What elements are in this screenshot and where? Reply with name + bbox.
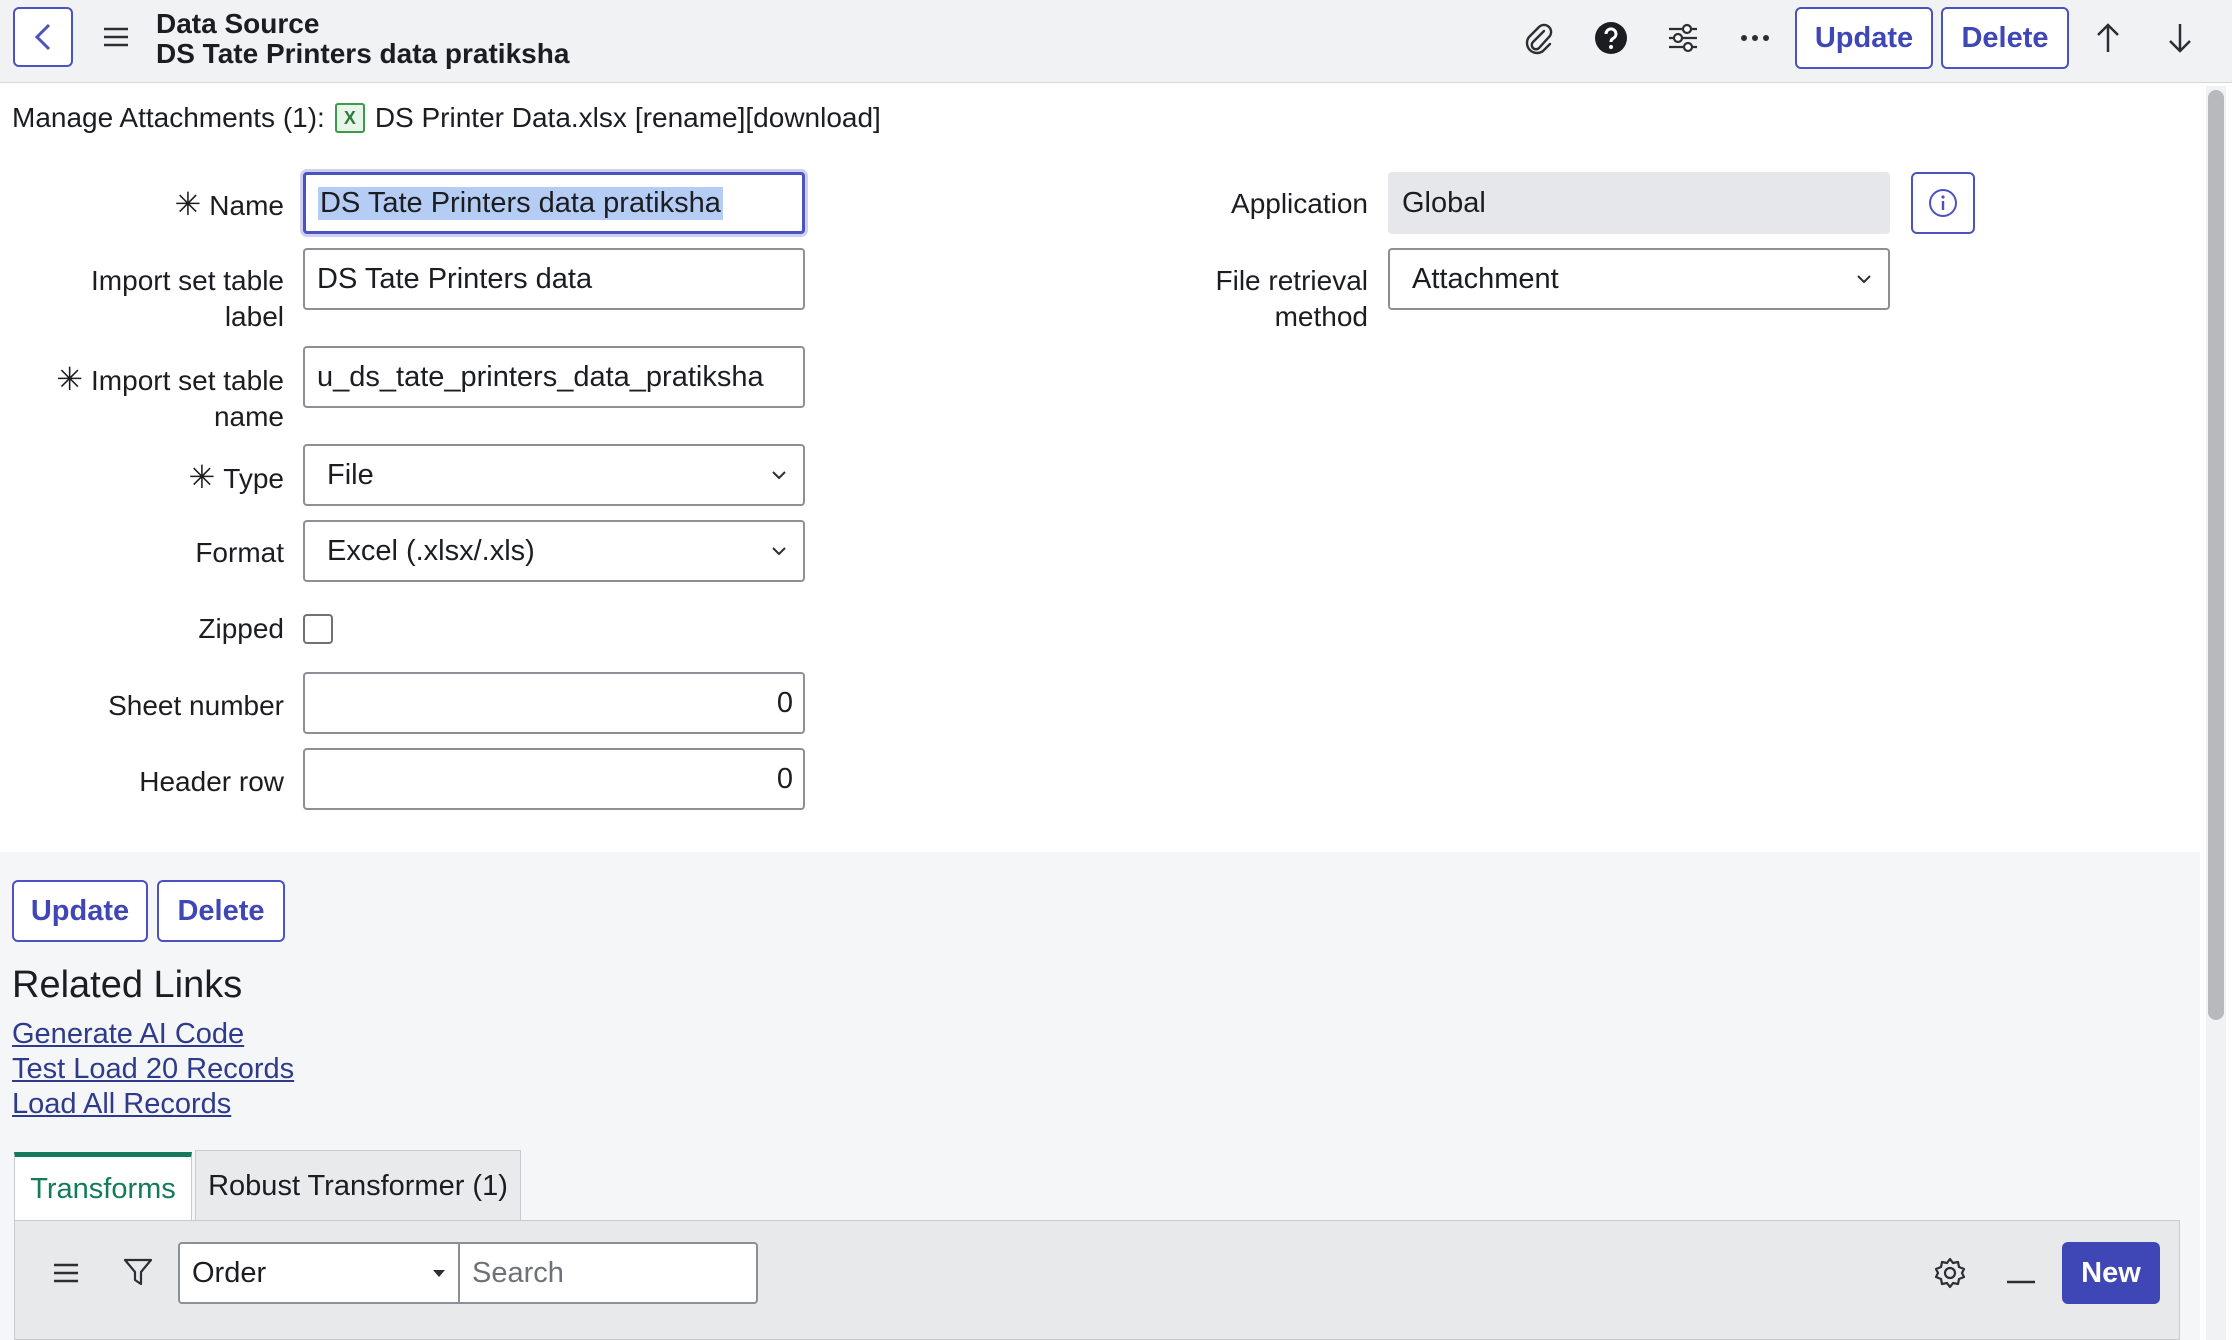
- order-select[interactable]: Order: [178, 1242, 460, 1304]
- header-update-button[interactable]: Update: [1795, 7, 1933, 69]
- info-icon: [1929, 189, 1957, 217]
- list-search-input[interactable]: Search: [458, 1242, 758, 1304]
- chevron-down-icon: [772, 547, 786, 556]
- more-options-icon[interactable]: [1735, 18, 1775, 58]
- zipped-checkbox[interactable]: [303, 614, 333, 644]
- import-set-table-name-input[interactable]: u_ds_tate_printers_data_pratiksha: [303, 346, 805, 408]
- list-menu-icon[interactable]: [50, 1258, 82, 1293]
- download-link[interactable]: [download]: [745, 102, 880, 133]
- load-all-records-link[interactable]: Load All Records: [12, 1088, 231, 1121]
- chevron-left-icon: [34, 23, 51, 51]
- format-label: Format: [195, 537, 284, 568]
- delete-button[interactable]: Delete: [157, 880, 285, 942]
- chevron-down-icon: [1857, 275, 1871, 284]
- test-load-20-records-link[interactable]: Test Load 20 Records: [12, 1053, 294, 1086]
- tab-robust-transformer[interactable]: Robust Transformer (1): [195, 1150, 521, 1222]
- header-delete-button[interactable]: Delete: [1941, 7, 2069, 69]
- import-set-table-name-label: ✳ Import set table name: [56, 361, 284, 432]
- attachment-file-name[interactable]: DS Printer Data.xlsx: [375, 102, 627, 134]
- file-retrieval-method-label: File retrieval method: [1215, 265, 1368, 332]
- excel-file-icon: X: [334, 103, 365, 133]
- name-input[interactable]: DS Tate Printers data pratiksha: [303, 172, 805, 234]
- collapse-icon[interactable]: [2006, 1271, 2036, 1289]
- application-field: Global: [1388, 172, 1890, 234]
- settings-sliders-icon[interactable]: [1663, 18, 1703, 58]
- paperclip-icon[interactable]: [1518, 18, 1558, 58]
- import-set-table-label-label: Import set table label: [91, 265, 284, 332]
- application-info-button[interactable]: [1911, 172, 1975, 234]
- related-links-title: Related Links: [12, 964, 243, 1006]
- record-type-title: Data Source: [156, 8, 320, 39]
- attachments-label: Manage Attachments (1):: [12, 102, 325, 133]
- rename-link[interactable]: [rename]: [635, 102, 746, 133]
- import-set-table-label-input[interactable]: DS Tate Printers data: [303, 248, 805, 310]
- help-icon[interactable]: [1591, 18, 1631, 58]
- required-icon: ✳: [188, 459, 216, 495]
- type-select[interactable]: File: [303, 444, 805, 506]
- menu-icon[interactable]: [100, 22, 132, 52]
- zipped-label: Zipped: [198, 613, 284, 644]
- application-label: Application: [1231, 188, 1368, 219]
- gear-icon[interactable]: [1933, 1256, 1967, 1295]
- sheet-number-label: Sheet number: [108, 690, 284, 721]
- record-name-title: DS Tate Printers data pratiksha: [156, 38, 570, 69]
- generate-ai-code-link[interactable]: Generate AI Code: [12, 1018, 244, 1051]
- file-retrieval-method-select[interactable]: Attachment: [1388, 248, 1890, 310]
- arrow-down-icon[interactable]: [2160, 18, 2200, 58]
- chevron-down-icon: [772, 471, 786, 480]
- update-button[interactable]: Update: [12, 880, 148, 942]
- required-icon: ✳: [174, 186, 202, 222]
- filter-icon[interactable]: [122, 1256, 154, 1293]
- scrollbar-thumb[interactable]: [2208, 90, 2224, 1020]
- attachments-row: Manage Attachments (1): X DS Printer Dat…: [12, 102, 881, 134]
- caret-down-icon: [433, 1270, 445, 1277]
- format-select[interactable]: Excel (.xlsx/.xls): [303, 520, 805, 582]
- tab-transforms[interactable]: Transforms: [14, 1152, 192, 1222]
- sheet-number-input[interactable]: 0: [303, 672, 805, 734]
- name-label: ✳ Name: [174, 186, 284, 222]
- back-button[interactable]: [13, 7, 73, 67]
- header-row-label: Header row: [139, 766, 284, 797]
- new-button[interactable]: New: [2062, 1242, 2160, 1304]
- type-label: ✳ Type: [188, 459, 284, 495]
- header-row-input[interactable]: 0: [303, 748, 805, 810]
- arrow-up-icon[interactable]: [2088, 18, 2128, 58]
- required-icon: ✳: [56, 361, 84, 397]
